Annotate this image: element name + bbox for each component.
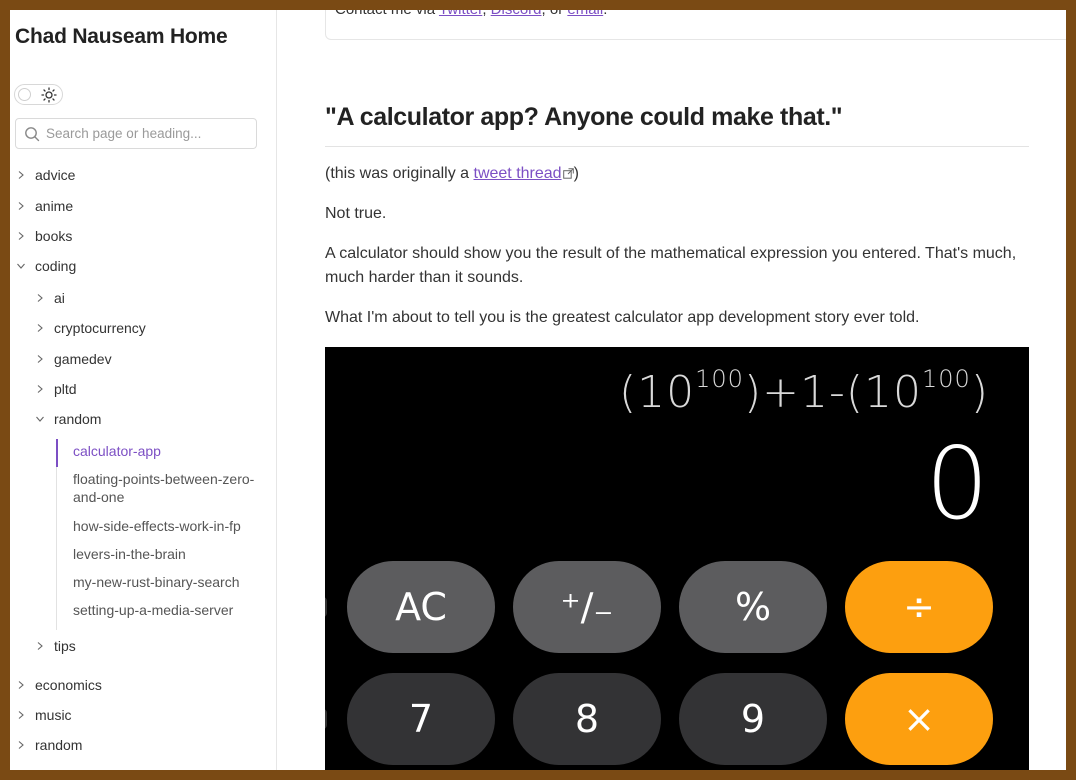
chevron-right-icon [36,294,44,302]
key-7: 7 [347,673,495,765]
nav-item-label: pltd [54,381,77,397]
page-link-side-effects[interactable]: how-side-effects-work-in-fp [73,517,263,535]
sun-icon [41,87,57,103]
key-divide: ÷ [845,561,993,653]
browser-viewport: Chad Nauseam Home advic [10,10,1066,770]
nav-item-label: gamedev [54,351,112,367]
search-input[interactable] [46,119,246,148]
calculator-expression: (10100)+1-(10100) [618,365,989,418]
paragraph-story-intro: What I'm about to tell you is the greate… [325,309,920,326]
nav-item-label: economics [35,677,102,693]
contact-prefix: Contact me via [335,10,439,18]
tree-guide-line [56,439,57,630]
tweet-thread-link[interactable]: tweet thread [474,165,562,182]
nav-item-label: music [35,707,72,723]
nav-item-ai[interactable]: ai [36,288,65,308]
nav-item-economics[interactable]: economics [17,675,102,695]
page-link-media-server[interactable]: setting-up-a-media-server [73,601,263,619]
intro-suffix: ) [573,165,579,182]
key-percent: % [679,561,827,653]
key-multiply: × [845,673,993,765]
key-plus-minus: ⁺∕₋ [513,561,661,653]
paragraph-not-true: Not true. [325,205,387,222]
nav-item-anime[interactable]: anime [17,196,73,216]
key-9: 9 [679,673,827,765]
nav-item-random[interactable]: random [17,735,82,755]
chevron-right-icon [36,642,44,650]
search-icon [25,127,40,142]
external-link-icon [562,168,574,179]
nav-item-coding[interactable]: coding [17,256,76,276]
calculator-result: 0 [925,425,989,542]
chevron-right-icon [36,355,44,363]
chevron-right-icon [17,711,25,719]
nav-item-label: advice [35,167,76,183]
site-title[interactable]: Chad Nauseam Home [15,25,228,49]
nav-item-label: anime [35,198,74,214]
twitter-link[interactable]: Twitter [439,10,482,18]
chevron-right-icon [36,385,44,393]
nav-item-pltd[interactable]: pltd [36,379,77,399]
contact-end: . [603,10,607,18]
toggle-knob [18,88,31,101]
nav-item-label: ai [54,290,65,306]
chevron-right-icon [17,741,25,749]
calculator-screenshot: (10100)+1-(10100) 0 AC ⁺∕₋ % ÷ 7 8 9 × [325,347,1029,770]
nav-item-label: cryptocurrency [54,320,146,336]
page-link-floating-points[interactable]: floating-points-between-zero-and-one [73,470,263,506]
page-link-levers[interactable]: levers-in-the-brain [73,545,263,563]
nav-item-label: random [35,737,83,753]
discord-link[interactable]: Discord [491,10,542,18]
nav-item-gamedev[interactable]: gamedev [36,349,112,369]
page-link-rust-binary-search[interactable]: my-new-rust-binary-search [73,573,263,591]
nav-item-random-coding[interactable]: random [36,409,101,429]
nav-item-label: tips [54,638,76,654]
chevron-right-icon [17,171,25,179]
key-edge [325,709,327,729]
chevron-down-icon [36,415,44,423]
theme-toggle[interactable] [14,84,63,105]
contact-line: Contact me via Twitter, Discord, or emai… [335,10,607,18]
nav-item-cryptocurrency[interactable]: cryptocurrency [36,318,146,338]
chevron-down-icon [17,262,25,270]
nav-item-label: coding [35,258,77,274]
contact-separator: , or [542,10,568,18]
chevron-right-icon [17,202,25,210]
nav-item-advice[interactable]: advice [17,165,75,185]
nav-item-label: random [54,411,102,427]
contact-separator: , [482,10,490,18]
main-content: Contact me via Twitter, Discord, or emai… [277,10,1066,770]
nav-item-label: books [35,228,73,244]
intro-paragraph: (this was originally a tweet thread) [325,162,1029,186]
chevron-right-icon [17,681,25,689]
nav-item-music[interactable]: music [17,705,72,725]
chevron-right-icon [36,324,44,332]
nav-item-tips[interactable]: tips [36,636,76,656]
article-heading: "A calculator app? Anyone could make tha… [325,103,843,131]
nav-item-books[interactable]: books [17,226,72,246]
heading-divider [325,146,1029,147]
page-link-calculator-app[interactable]: calculator-app [73,442,263,460]
key-edge [325,597,327,617]
key-ac: AC [347,561,495,653]
email-link[interactable]: email [567,10,603,18]
intro-prefix: (this was originally a [325,165,474,182]
sidebar: Chad Nauseam Home advic [10,10,277,770]
chevron-right-icon [17,232,25,240]
key-8: 8 [513,673,661,765]
paragraph-calculator-claim: A calculator should show you the result … [325,245,1017,286]
search-box[interactable] [15,118,257,149]
active-indicator [56,439,58,467]
